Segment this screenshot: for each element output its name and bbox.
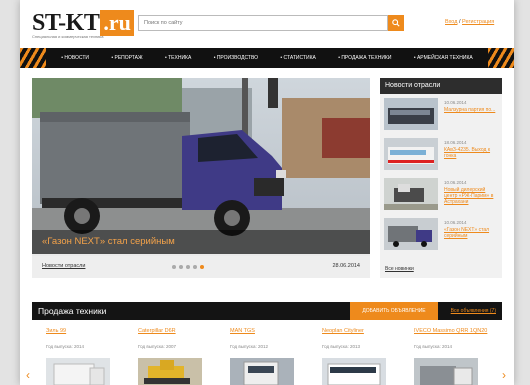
news-thumbnail[interactable]	[384, 98, 438, 130]
news-title[interactable]: Малзурна партия по...	[444, 107, 500, 113]
news-date: 18.06.2014	[444, 140, 467, 145]
hero-slider: «Газон NEXT» стал серийным Новости отрас…	[32, 78, 370, 278]
truck-photo	[32, 78, 370, 254]
sale-item-image[interactable]	[322, 358, 386, 385]
logo-tagline: Специальная и коммерческая техника	[32, 34, 104, 39]
news-thumbnail[interactable]	[384, 218, 438, 250]
news-title[interactable]: КАвЗ-4235. Выход к гонка	[444, 147, 500, 159]
sale-item[interactable]: IVECO Massimo QRR 1QN20 Год выпуска: 201…	[414, 328, 494, 385]
news-date: 10.06.2014	[444, 180, 467, 185]
hero-image[interactable]	[32, 78, 370, 254]
nav-item-news[interactable]: • НОВОСТИ	[61, 55, 89, 61]
nav-stripes-left	[20, 48, 46, 68]
sale-item-name[interactable]: IVECO Massimo QRR 1QN20	[414, 328, 494, 342]
slider-dots	[172, 265, 204, 269]
sale-item-year: Год выпуска: 2014	[414, 344, 453, 349]
news-thumbnail[interactable]	[384, 178, 438, 210]
sale-items: Зиль 99 Год выпуска: 2014 Caterpillar D6…	[46, 328, 487, 385]
register-link[interactable]: Регистрация	[462, 19, 494, 25]
login-link[interactable]: Вход	[445, 19, 457, 25]
slider-dot-active[interactable]	[200, 265, 204, 269]
sale-item-year: Год выпуска: 2007	[138, 344, 177, 349]
sale-item-name[interactable]: Neoplan Cityliner	[322, 328, 402, 342]
hero-date: 28.06.2014	[332, 263, 360, 269]
sale-item-image[interactable]	[414, 358, 478, 385]
sale-next-arrow-icon[interactable]: ›	[502, 368, 510, 382]
news-date: 10.06.2014	[444, 220, 467, 225]
logo-text: ST-KT	[32, 10, 100, 36]
nav-item-army[interactable]: • АРМЕЙСКАЯ ТЕХНИКА	[414, 55, 473, 61]
news-panel: Новости отрасли 10.06.2014 Малзурна парт…	[380, 78, 502, 278]
add-listing-button[interactable]: ДОБАВИТЬ ОБЪЯВЛЕНИЕ	[350, 302, 438, 320]
nav-item-statistics[interactable]: • СТАТИСТИКА	[280, 55, 315, 61]
sale-item-year: Год выпуска: 2012	[230, 344, 269, 349]
news-item[interactable]: 10.06.2014 Новый дилерский центр «РЖ-Пар…	[384, 178, 500, 212]
slider-dot[interactable]	[193, 265, 197, 269]
news-date: 10.06.2014	[444, 100, 467, 105]
nav-item-tech[interactable]: • ТЕХНИКА	[165, 55, 191, 61]
slider-dot[interactable]	[179, 265, 183, 269]
sale-item[interactable]: MAN TGS Год выпуска: 2012	[230, 328, 310, 385]
hero-title[interactable]: «Газон NEXT» стал серийным	[42, 236, 175, 247]
slider-dot[interactable]	[172, 265, 176, 269]
news-title[interactable]: «Газон NEXT» стал серийным	[444, 227, 500, 239]
sale-prev-arrow-icon[interactable]: ‹	[26, 368, 34, 382]
sale-item-name[interactable]: Зиль 99	[46, 328, 126, 342]
slider-dot[interactable]	[186, 265, 190, 269]
sale-header-bar: Продажа техники ДОБАВИТЬ ОБЪЯВЛЕНИЕ Все …	[32, 302, 502, 320]
sale-item-image[interactable]	[138, 358, 202, 385]
hero-category-link[interactable]: Новости отрасли	[42, 263, 85, 269]
news-all-link[interactable]: Все новинки	[385, 266, 414, 272]
nav-stripes-right	[488, 48, 514, 68]
news-thumbnail[interactable]	[384, 138, 438, 170]
main-nav: • НОВОСТИ • РЕПОРТАЖ • ТЕХНИКА • ПРОИЗВО…	[20, 48, 514, 68]
sale-all-link[interactable]: Все объявления (7)	[451, 308, 496, 314]
sale-item-image[interactable]	[230, 358, 294, 385]
nav-item-sale[interactable]: • ПРОДАЖА ТЕХНИКИ	[338, 55, 391, 61]
news-item[interactable]: 10.06.2014 «Газон NEXT» стал серийным	[384, 218, 500, 252]
sale-item-year: Год выпуска: 2013	[322, 344, 361, 349]
logo-ru-badge: .ru	[100, 10, 134, 36]
search-button[interactable]	[388, 15, 404, 31]
sale-item-name[interactable]: Caterpillar D6R	[138, 328, 218, 342]
search-input[interactable]	[138, 15, 388, 31]
sale-item-name[interactable]: MAN TGS	[230, 328, 310, 342]
news-item[interactable]: 10.06.2014 Малзурна партия по...	[384, 98, 500, 132]
sale-heading: Продажа техники	[38, 306, 107, 316]
sale-item[interactable]: Neoplan Cityliner Год выпуска: 2013	[322, 328, 402, 385]
page: ST-KT .ru Специальная и коммерческая техн…	[20, 0, 514, 385]
nav-item-production[interactable]: • ПРОИЗВОДСТВО	[214, 55, 258, 61]
search-icon	[392, 19, 400, 27]
auth-links: Вход / Регистрация	[445, 19, 494, 25]
news-title[interactable]: Новый дилерский центр «РЖ-Парим» в Астра…	[444, 187, 500, 205]
sale-item-year: Год выпуска: 2014	[46, 344, 85, 349]
sale-item[interactable]: Зиль 99 Год выпуска: 2014	[46, 328, 126, 385]
sale-item[interactable]: Caterpillar D6R Год выпуска: 2007	[138, 328, 218, 385]
nav-item-reportage[interactable]: • РЕПОРТАЖ	[111, 55, 142, 61]
sale-item-image[interactable]	[46, 358, 110, 385]
nav-items: • НОВОСТИ • РЕПОРТАЖ • ТЕХНИКА • ПРОИЗВО…	[46, 55, 488, 61]
news-panel-heading: Новости отрасли	[380, 78, 502, 94]
hero-footer: Новости отрасли 28.06.2014	[32, 256, 370, 278]
news-item[interactable]: 18.06.2014 КАвЗ-4235. Выход к гонка	[384, 138, 500, 172]
